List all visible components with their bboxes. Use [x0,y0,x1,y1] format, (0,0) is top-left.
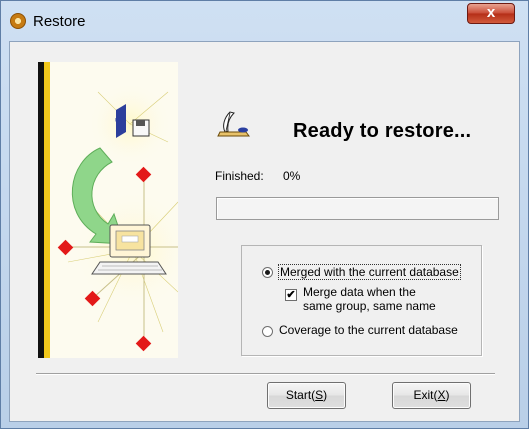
exit-button-label: Exit( [413,388,438,402]
merge-same-group-label-line2[interactable]: same group, same name [303,299,436,313]
page-heading: Ready to restore... [293,120,472,142]
exit-button-hotkey: X [437,388,446,402]
merge-same-group-label-line1[interactable]: Merge data when the [303,285,416,299]
database-transfer-illustration: ? [57,82,178,352]
dialog-body: ? Ready to restore... Finished: 0% Merge… [9,41,520,422]
progress-bar [216,197,499,220]
exit-button-label-end: ) [445,388,450,402]
title-bar[interactable]: Restore x [1,1,528,41]
coverage-radio[interactable] [262,326,273,337]
finished-label: Finished: [215,169,264,183]
window-title: Restore [33,13,86,30]
start-button-label-end: ) [323,388,328,402]
art-border-yellow [44,62,50,358]
exit-button[interactable]: Exit(X) [392,382,471,409]
start-button-label: Start( [285,388,316,402]
button-separator [36,373,495,375]
restore-options-group: Merged with the current database ✔ Merge… [241,245,482,356]
svg-text:?: ? [114,115,127,140]
coverage-radio-label[interactable]: Coverage to the current database [279,323,458,337]
wizard-illustration: ? [38,62,178,358]
restore-app-icon [10,13,26,29]
finished-value: 0% [283,169,301,183]
close-button[interactable]: x [467,3,515,24]
start-button-hotkey: S [315,388,324,402]
quill-icon [217,111,250,137]
merge-same-group-checkbox[interactable]: ✔ [285,289,297,301]
restore-dialog: Restore x ? Ready to restore... Finished… [0,0,529,429]
merge-radio[interactable] [262,267,273,278]
start-button[interactable]: Start(S) [267,382,346,409]
merge-radio-label[interactable]: Merged with the current database [278,264,461,280]
